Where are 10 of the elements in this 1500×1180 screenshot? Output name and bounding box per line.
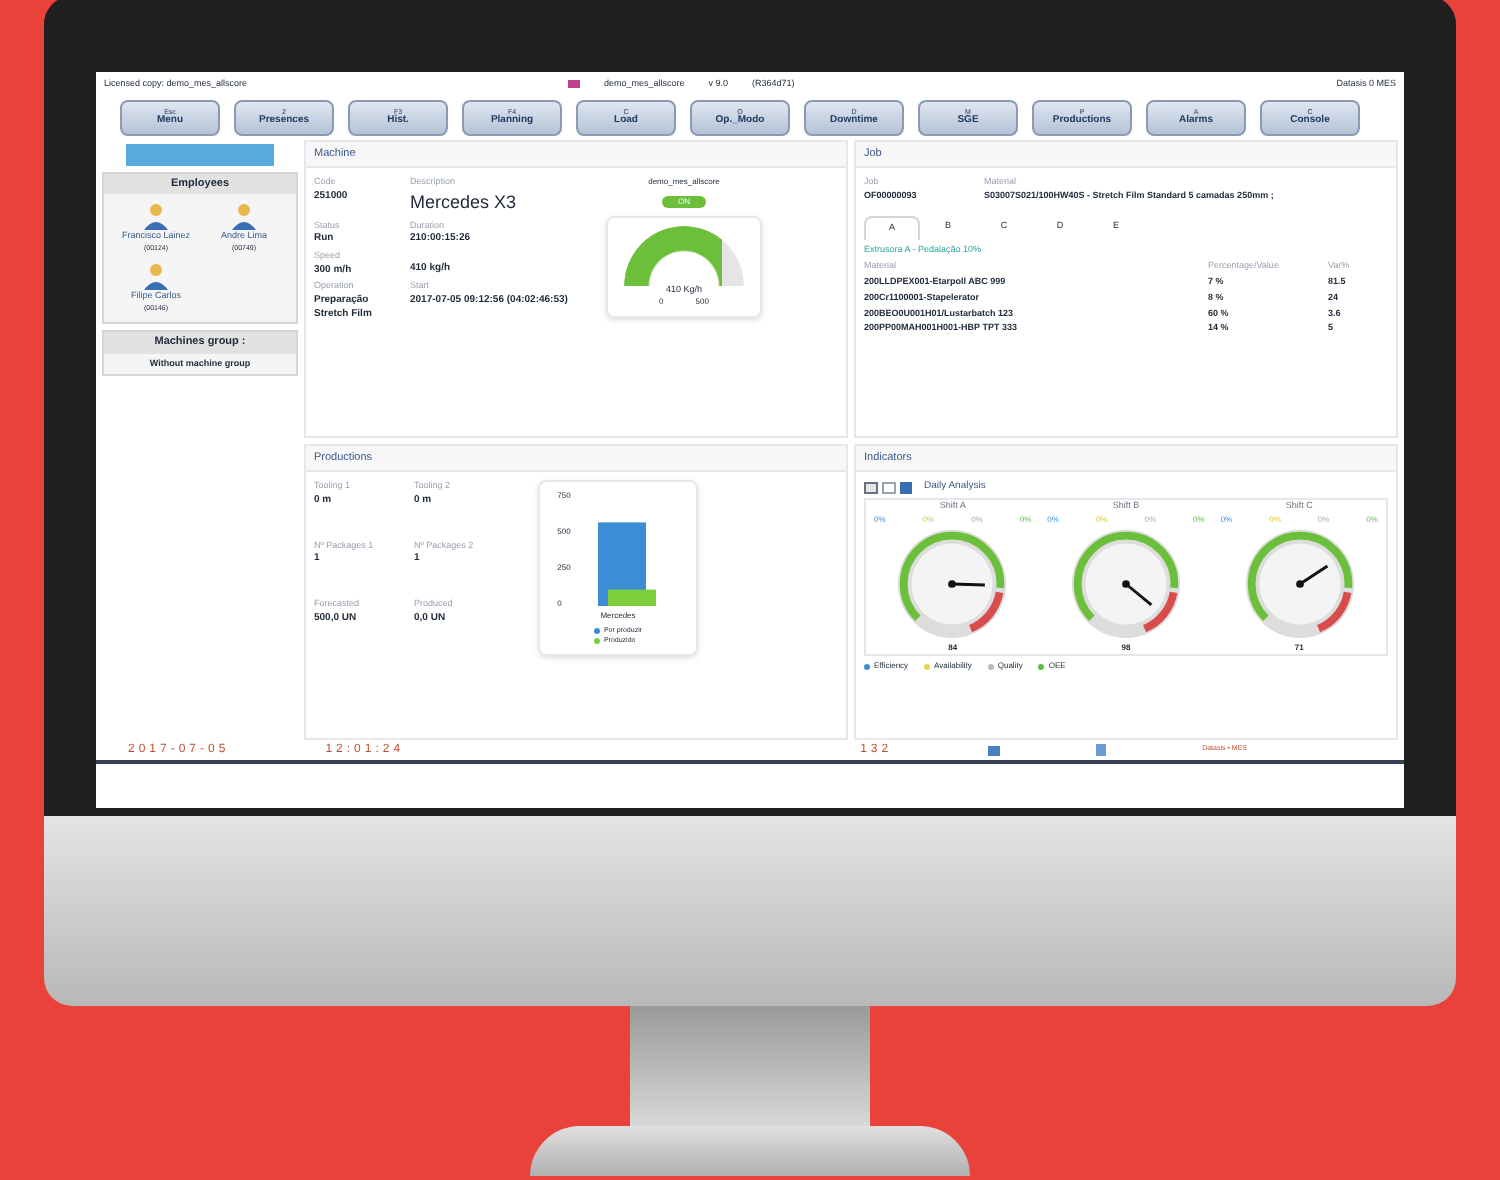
person-icon <box>230 202 258 231</box>
chart-view-icon[interactable] <box>900 481 912 493</box>
dial-gauge-drawing <box>1067 526 1184 642</box>
person-icon <box>142 262 170 291</box>
list-view-icon[interactable] <box>882 481 896 493</box>
dial-gauge-drawing <box>894 526 1011 642</box>
dial-gauge-drawing <box>1241 526 1358 642</box>
gauge-view-icon[interactable] <box>864 481 878 493</box>
person-icon <box>142 202 170 231</box>
field-value: Mercedes X3 <box>410 190 519 216</box>
